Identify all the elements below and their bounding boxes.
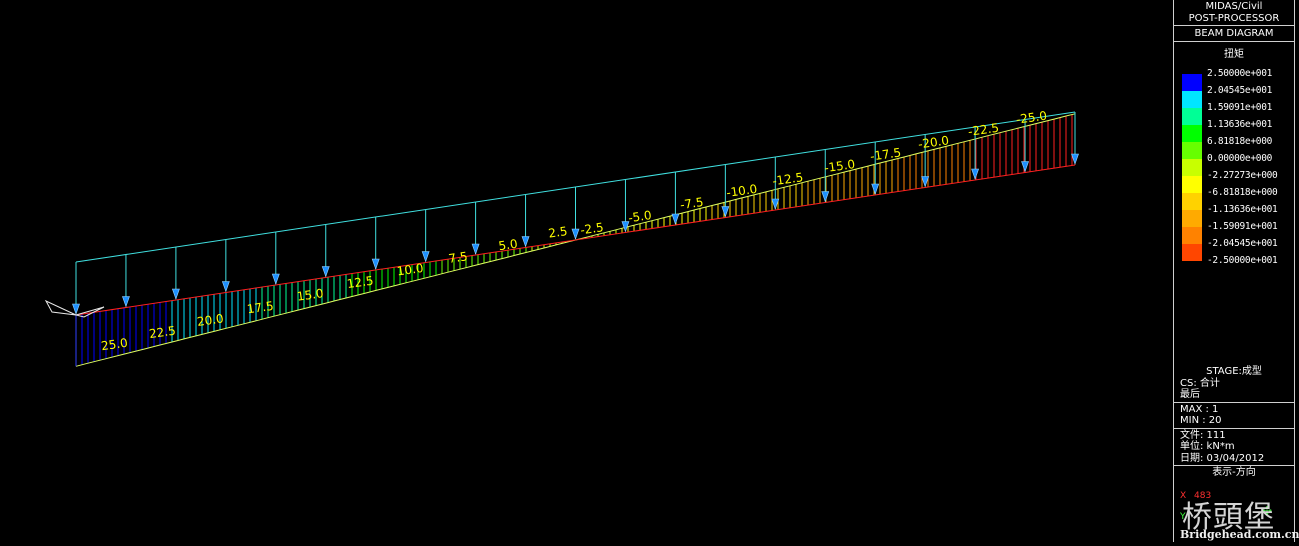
load-arrow-head	[421, 251, 430, 263]
legend-swatch	[1182, 176, 1202, 193]
legend-value: 2.50000e+001	[1207, 68, 1273, 79]
load-arrow-head	[1021, 161, 1029, 173]
legend-swatch	[1182, 108, 1202, 125]
legend-value: -6.81818e+000	[1207, 187, 1278, 198]
legend-panel: MIDAS/Civil POST-PROCESSOR BEAM DIAGRAM …	[1173, 0, 1299, 542]
load-arrow-head	[721, 206, 730, 218]
legend-swatch	[1182, 210, 1202, 227]
diagram-value-label: -12.5	[771, 170, 804, 188]
legend-swatch	[1182, 142, 1202, 159]
divider	[1174, 401, 1294, 403]
divider	[1174, 427, 1294, 429]
load-arrow-head	[821, 191, 830, 203]
legend-value: -2.04545e+001	[1207, 238, 1278, 249]
color-legend: 2.50000e+001 2.04545e+001 1.59091e+001 1.13…	[1180, 68, 1292, 278]
max-label: MAX : 1	[1180, 403, 1219, 415]
load-arrow-head	[521, 236, 530, 248]
load-arrow-head	[72, 303, 80, 315]
legend-value: 6.81818e+000	[1207, 136, 1273, 147]
diagram-value-label: -15.0	[823, 157, 856, 175]
divider	[1174, 465, 1294, 466]
diagram-value-label: -20.0	[917, 133, 950, 151]
diagram-value-label: -2.5	[579, 220, 604, 237]
legend-value: 2.04545e+001	[1207, 85, 1273, 96]
diagram-value-label: -22.5	[967, 121, 1000, 139]
legend-swatch	[1182, 125, 1202, 142]
support-icon	[44, 299, 77, 316]
date-label: 日期: 03/04/2012	[1180, 452, 1265, 464]
divider	[1174, 41, 1294, 42]
load-arrow-head	[871, 183, 880, 195]
axis-and-watermark: X 483 Y ✣ 桥頭堡 Bridgehead.com.cn	[1174, 490, 1299, 542]
min-label: MIN : 20	[1180, 415, 1222, 426]
legend-value: 0.00000e+000	[1207, 153, 1273, 164]
diagram-value-label: 15.0	[296, 286, 324, 304]
model-viewport[interactable]: 25.0 22.5 20.0 17.5 15.0 12.5 10.0 7.5 5.0 2.5 -2.…	[0, 0, 1172, 546]
load-arrow-head	[671, 213, 680, 225]
step-label: 最后	[1180, 389, 1200, 400]
view-direction-label: 表示-方向	[1212, 467, 1256, 478]
load-arrow-head	[1071, 153, 1079, 165]
watermark-url: Bridgehead.com.cn	[1180, 528, 1299, 541]
legend-swatch	[1182, 159, 1202, 176]
legend-value: 1.13636e+001	[1207, 119, 1273, 130]
diagram-value-label: 2.5	[548, 224, 569, 241]
legend-value: 1.59091e+001	[1207, 102, 1273, 113]
legend-value: -1.59091e+001	[1207, 221, 1278, 232]
legend-entry: -2.50000e+001	[1180, 255, 1292, 278]
load-arrow-head	[221, 281, 230, 293]
legend-swatch	[1182, 244, 1202, 261]
result-info: STAGE:成型 CS: 合计 最后 MAX : 1 MIN : 20 文件: …	[1174, 366, 1294, 479]
unit-label: 单位: kN*m	[1180, 441, 1235, 452]
diagram-value-label: -10.0	[725, 182, 758, 200]
diagram-value-label: 5.0	[498, 237, 519, 254]
module-name: POST-PROCESSOR	[1188, 13, 1280, 24]
divider	[1174, 25, 1294, 26]
legend-value: -1.13636e+001	[1207, 204, 1278, 215]
diagram-title: BEAM DIAGRAM	[1194, 28, 1274, 39]
legend-swatch	[1182, 193, 1202, 210]
diagram-value-label: -17.5	[869, 145, 902, 163]
load-arrow-head	[471, 243, 480, 255]
cs-label: CS: 合计	[1180, 377, 1220, 389]
diagram-value-label: 7.5	[448, 249, 469, 266]
legend-value: -2.27273e+000	[1207, 170, 1278, 181]
legend-swatch	[1182, 74, 1202, 91]
diagram-value-label: -7.5	[679, 195, 704, 212]
load-arrow-head	[321, 266, 330, 278]
legend-swatch	[1182, 227, 1202, 244]
diagram-value-label: -25.0	[1015, 109, 1048, 127]
result-quantity: 扭矩	[1224, 49, 1244, 60]
load-arrow-head	[971, 168, 980, 180]
load-arrow-head	[371, 258, 380, 270]
file-label: 文件: 111	[1180, 429, 1226, 441]
diagram-value-label: -5.0	[627, 208, 652, 225]
beam-diagram: 25.022.520.017.515.012.510.07.55.02.5 -2.…	[44, 109, 1079, 367]
load-arrow-head	[571, 228, 580, 240]
load-arrow-head	[271, 273, 280, 285]
diagram-value-label: 17.5	[246, 299, 274, 317]
stage-label: STAGE:成型	[1206, 366, 1262, 377]
load-arrow-head	[122, 296, 130, 308]
load-arrow-head	[171, 288, 180, 300]
legend-value: -2.50000e+001	[1207, 255, 1278, 266]
product-name: MIDAS/Civil	[1205, 1, 1263, 12]
legend-swatch	[1182, 91, 1202, 108]
diagram-value-label: 10.0	[396, 261, 424, 279]
